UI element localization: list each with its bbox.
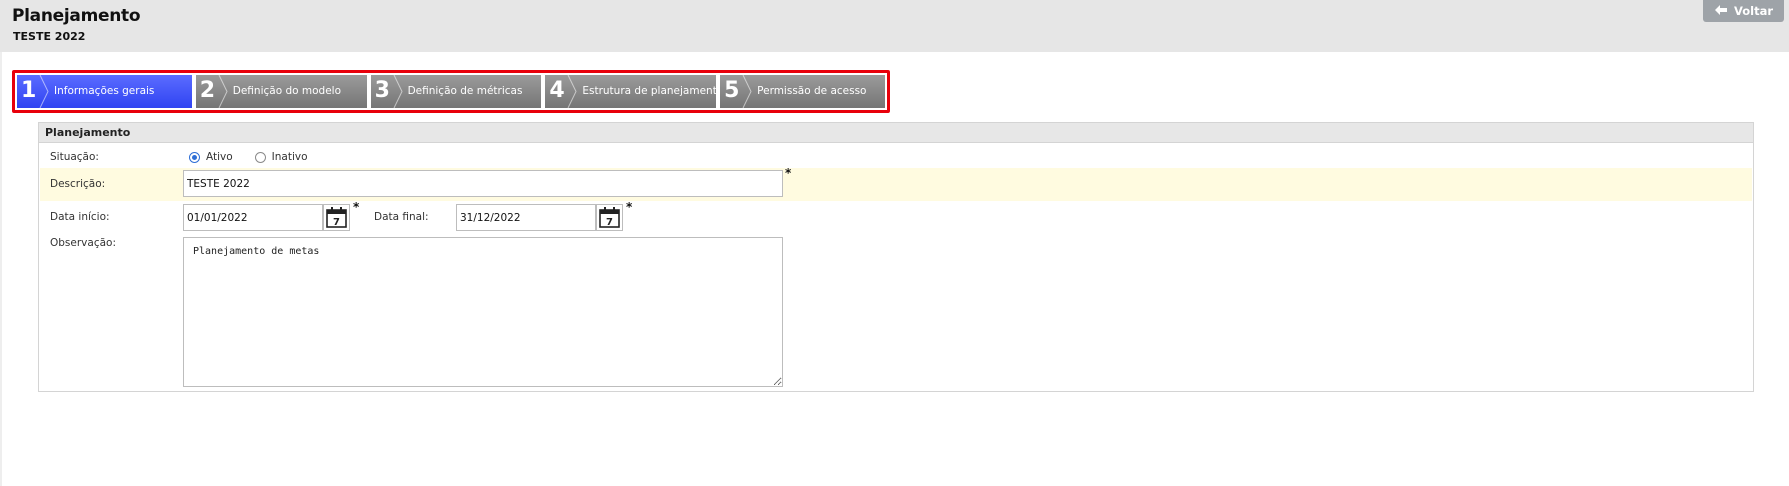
wizard-step-5[interactable]: 5 Permissão de acesso xyxy=(720,75,885,108)
chevron-right-icon xyxy=(567,75,577,108)
wizard-step-4[interactable]: 4 Estrutura de planejamento xyxy=(545,75,717,108)
data-inicio-required-mark: * xyxy=(353,200,360,214)
calendar-day: 7 xyxy=(606,217,613,228)
observacao-textarea[interactable]: Planejamento de metas xyxy=(183,237,783,387)
data-final-required-mark: * xyxy=(626,200,633,214)
wizard-step-label: Informações gerais xyxy=(54,85,155,97)
radio-inativo-circle[interactable] xyxy=(254,151,266,163)
data-final-label: Data final: xyxy=(374,211,429,223)
wizard-step-number: 3 xyxy=(374,78,390,103)
chevron-right-icon xyxy=(39,75,49,108)
radio-ativo-label: Ativo xyxy=(206,151,233,163)
radio-inativo-label: Inativo xyxy=(271,151,308,163)
wizard-step-3[interactable]: 3 Definição de métricas xyxy=(370,75,542,108)
wizard-step-number: 1 xyxy=(21,78,37,103)
situacao-radio-group: Ativo Inativo xyxy=(189,151,330,163)
page-subtitle: TESTE 2022 xyxy=(13,30,86,43)
chevron-right-icon xyxy=(218,75,228,108)
wizard-step-number: 2 xyxy=(199,78,216,103)
data-inicio-calendar-button[interactable]: 7 xyxy=(323,204,350,231)
wizard-step-label: Permissão de acesso xyxy=(757,85,867,97)
wizard-step-label: Estrutura de planejamento xyxy=(582,85,717,97)
page-title: Planejamento xyxy=(12,6,141,26)
panel-title: Planejamento xyxy=(39,123,1753,143)
observacao-label: Observação: xyxy=(50,237,116,249)
arrow-left-icon xyxy=(1714,4,1728,19)
back-button-label: Voltar xyxy=(1733,4,1774,18)
wizard-step-2[interactable]: 2 Definição do modelo xyxy=(195,75,367,108)
calendar-icon: 7 xyxy=(326,207,347,228)
radio-ativo-circle[interactable] xyxy=(189,151,200,163)
wizard-step-1[interactable]: 1 Informações gerais xyxy=(17,75,192,108)
back-button[interactable]: Voltar xyxy=(1703,0,1784,22)
radio-ativo[interactable]: Ativo xyxy=(189,151,233,163)
page-header: Planejamento TESTE 2022 Voltar xyxy=(0,0,1789,52)
wizard-step-number: 4 xyxy=(549,78,565,103)
wizard-step-label: Definição de métricas xyxy=(407,85,523,97)
data-inicio-label: Data início: xyxy=(50,211,110,223)
descricao-input[interactable] xyxy=(183,170,783,197)
chevron-right-icon xyxy=(742,75,752,108)
wizard-steps: 1 Informações gerais 2 Definição do mode… xyxy=(12,70,890,113)
chevron-right-icon xyxy=(393,75,403,108)
data-inicio-input[interactable] xyxy=(183,204,323,231)
planejamento-panel: Planejamento Situação: Ativo Inativo Des… xyxy=(38,122,1754,392)
wizard-step-label: Definição do modelo xyxy=(232,85,342,97)
calendar-day: 7 xyxy=(333,217,340,228)
situacao-label: Situação: xyxy=(50,151,99,163)
descricao-required-mark: * xyxy=(785,166,792,180)
descricao-label: Descrição: xyxy=(50,178,106,190)
data-final-input[interactable] xyxy=(456,204,596,231)
calendar-icon: 7 xyxy=(599,207,620,228)
data-final-calendar-button[interactable]: 7 xyxy=(596,204,623,231)
left-edge xyxy=(0,52,2,486)
radio-inativo[interactable]: Inativo xyxy=(254,151,308,163)
wizard-step-number: 5 xyxy=(724,78,740,103)
